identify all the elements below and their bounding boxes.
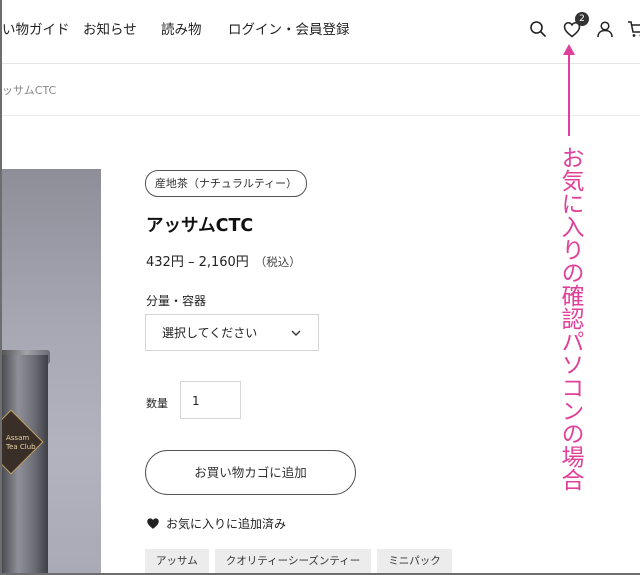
add-to-cart-button[interactable]: お買い物カゴに追加 <box>145 450 356 495</box>
nav-login[interactable]: ログイン・会員登録 <box>228 18 350 38</box>
tag-mini-pack[interactable]: ミニパック <box>377 549 452 573</box>
search-icon[interactable] <box>527 18 549 40</box>
product-price: 432円 – 2,160円 （税込） <box>146 251 301 270</box>
favorites-button[interactable]: 2 <box>561 12 589 40</box>
category-tag[interactable]: 産地茶（ナチュラルティー） <box>145 170 307 197</box>
chevron-down-icon <box>291 330 301 336</box>
nav-news[interactable]: お知らせ <box>83 18 137 38</box>
user-icon[interactable] <box>594 18 616 40</box>
product-image: Assam Tea Club <box>2 169 101 573</box>
annotation-text: お気に入りの確認パソコンの場合 <box>557 146 583 491</box>
price-range: 432円 – 2,160円 <box>146 255 249 270</box>
breadcrumb-divider <box>2 115 640 116</box>
nav-reading[interactable]: 読み物 <box>161 18 202 38</box>
tax-note: （税込） <box>254 255 301 269</box>
product-tags: アッサム クオリティーシーズンティー ミニパック <box>145 549 452 573</box>
favorites-count-badge: 2 <box>575 12 589 26</box>
option-select[interactable]: 選択してください <box>145 314 319 351</box>
tag-assam[interactable]: アッサム <box>145 549 209 573</box>
product-title: アッサムCTC <box>146 216 254 236</box>
option-label: 分量・容器 <box>146 294 207 308</box>
cart-icon[interactable] <box>625 18 640 40</box>
tea-can-label-text: Assam Tea Club <box>6 434 36 451</box>
nav-guide[interactable]: い物ガイド <box>2 18 70 38</box>
header-divider <box>2 63 640 64</box>
quantity-input[interactable]: 1 <box>180 381 241 419</box>
heart-filled-icon <box>147 518 159 529</box>
breadcrumb: ッサムCTC <box>2 84 57 97</box>
favorite-status[interactable]: お気に入りに追加済み <box>146 515 286 532</box>
annotation-arrow <box>568 48 570 136</box>
option-select-value: 選択してください <box>162 326 258 340</box>
quantity-label: 数量 <box>146 397 168 410</box>
tag-quality-season[interactable]: クオリティーシーズンティー <box>214 549 372 573</box>
favorite-status-label: お気に入りに追加済み <box>166 517 287 531</box>
